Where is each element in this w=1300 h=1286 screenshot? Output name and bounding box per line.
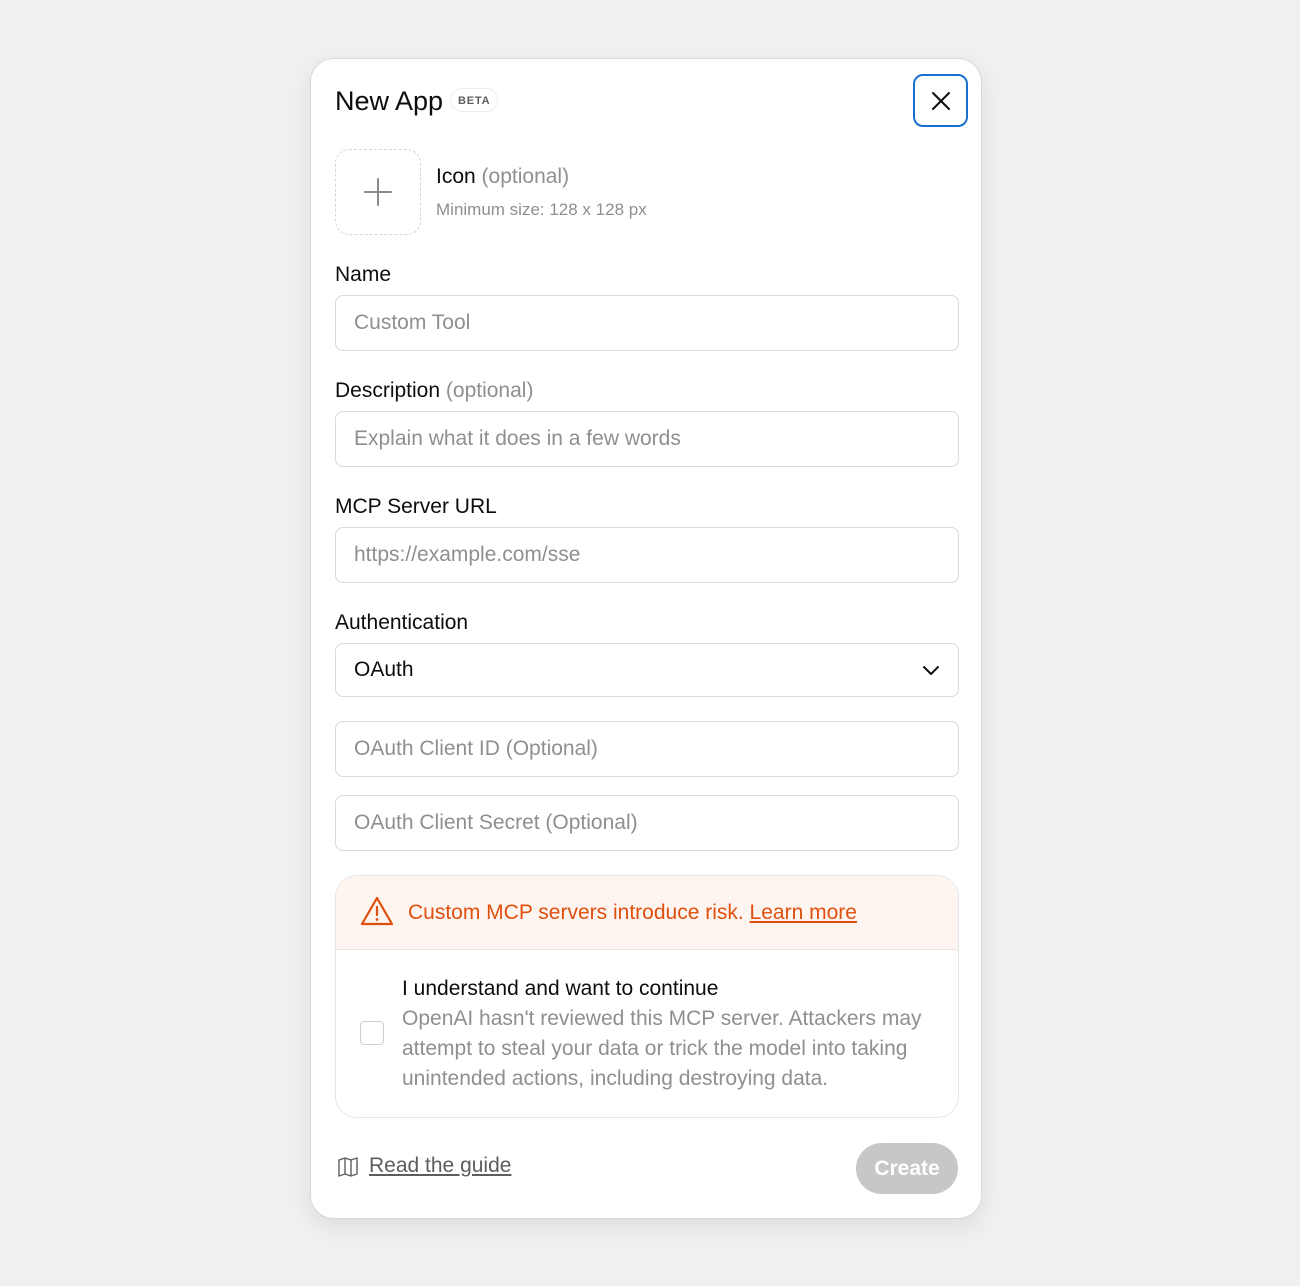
server-url-label: MCP Server URL xyxy=(335,495,497,518)
new-app-dialog: New App BETA Icon (optional) Minimum siz… xyxy=(310,58,982,1219)
oauth-client-id-input[interactable] xyxy=(335,721,959,777)
name-input[interactable] xyxy=(335,295,959,351)
server-url-input[interactable] xyxy=(335,527,959,583)
consent-checkbox[interactable] xyxy=(360,1021,384,1045)
risk-message: Custom MCP servers introduce risk. Learn… xyxy=(408,900,857,926)
oauth-client-secret-input[interactable] xyxy=(335,795,959,851)
authentication-selected-value: OAuth xyxy=(354,658,414,681)
consent-title: I understand and want to continue xyxy=(402,977,719,1000)
close-button[interactable] xyxy=(913,74,968,127)
read-guide-link[interactable]: Read the guide xyxy=(337,1153,511,1179)
description-label: Description (optional) xyxy=(335,378,533,404)
description-optional-text: (optional) xyxy=(445,379,534,402)
icon-size-hint: Minimum size: 128 x 128 px xyxy=(436,200,647,219)
plus-icon xyxy=(364,178,392,206)
consent-description: OpenAI hasn't reviewed this MCP server. … xyxy=(402,1007,922,1090)
close-icon xyxy=(931,91,950,110)
chevron-down-icon xyxy=(923,666,939,675)
description-input[interactable] xyxy=(335,411,959,467)
risk-message-text: Custom MCP servers introduce risk. xyxy=(408,901,744,924)
description-label-text: Description xyxy=(335,379,441,402)
book-icon xyxy=(338,1157,358,1177)
risk-notice: Custom MCP servers introduce risk. Learn… xyxy=(335,875,959,1118)
authentication-select[interactable]: OAuth xyxy=(335,643,959,697)
icon-label: Icon (optional) xyxy=(436,164,569,190)
beta-badge: BETA xyxy=(450,88,499,112)
dialog-title: New App xyxy=(335,86,444,116)
risk-banner: Custom MCP servers introduce risk. Learn… xyxy=(336,876,958,950)
icon-upload-button[interactable] xyxy=(335,149,421,235)
authentication-label: Authentication xyxy=(335,611,469,634)
name-label: Name xyxy=(335,263,392,286)
create-button[interactable]: Create xyxy=(856,1143,958,1194)
warning-triangle-icon xyxy=(360,896,394,926)
icon-label-text: Icon xyxy=(436,165,476,188)
icon-optional-text: (optional) xyxy=(481,165,570,188)
read-guide-text[interactable]: Read the guide xyxy=(369,1153,511,1179)
learn-more-link[interactable]: Learn more xyxy=(750,901,857,924)
